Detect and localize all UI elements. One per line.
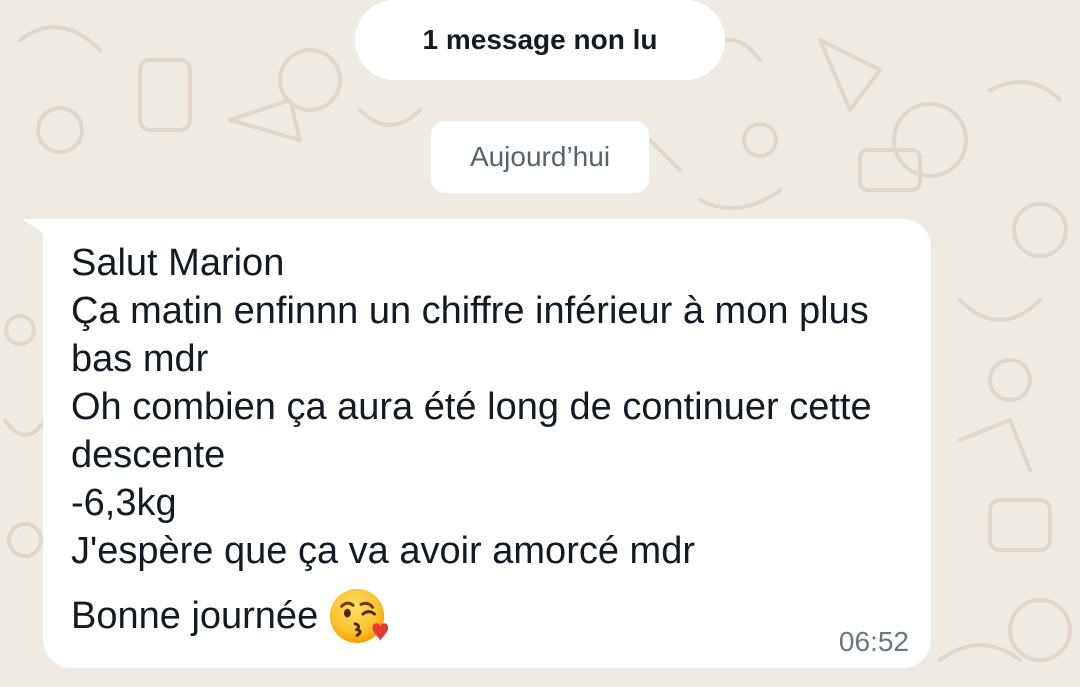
message-line: Ça matin enfinnn un chiffre inférieur à … [71,290,869,380]
message-timestamp: 06:52 [838,626,909,657]
message-line: Bonne journée [71,595,319,637]
message-line-with-emoji: Bonne journée [71,585,891,647]
date-separator-chip: Aujourd’hui [431,121,649,193]
message-line: Oh combien ça aura été long de continuer… [71,386,872,476]
incoming-message-bubble[interactable]: Salut Marion Ça matin enfinnn un chiffre… [43,219,931,668]
message-line: Salut Marion [71,242,285,284]
message-line: -6,3kg [71,482,177,524]
face-blowing-a-kiss-icon [330,588,389,644]
message-text: Salut Marion Ça matin enfinnn un chiffre… [71,239,891,647]
message-line: J'espère que ça va avoir amorcé mdr [71,530,695,572]
unread-messages-banner: 1 message non lu [355,0,725,80]
